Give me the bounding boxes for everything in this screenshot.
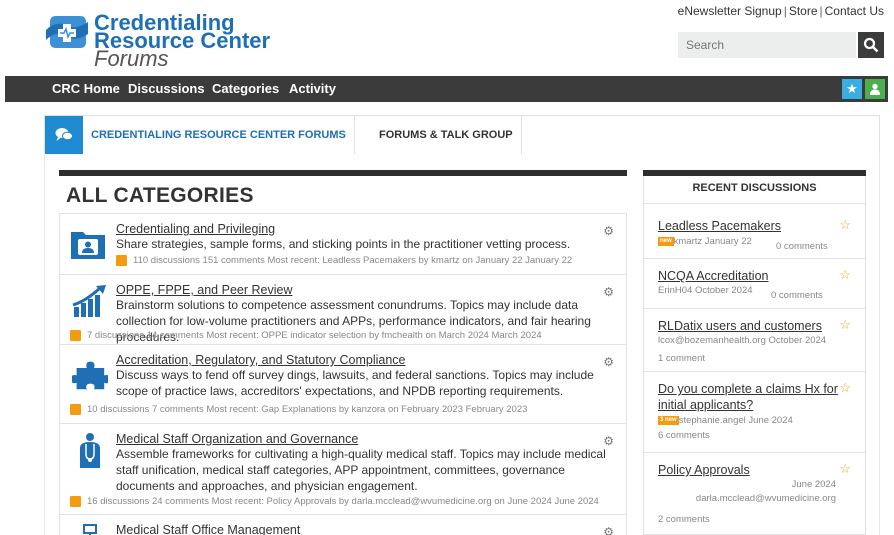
star-icon[interactable]: ☆: [839, 217, 851, 233]
recent-item-title[interactable]: NCQA Accreditation: [658, 268, 768, 284]
main-nav: CRC Home Discussions Categories Activity…: [5, 76, 888, 102]
category-description: Discuss ways to fend off survey dings, l…: [116, 368, 594, 398]
recent-item-meta: lcox@bozemanhealth.org October 2024: [658, 335, 827, 346]
gear-icon[interactable]: ⚙: [603, 224, 614, 238]
category-title[interactable]: Medical Staff Office Management: [116, 523, 300, 535]
recent-item-meta-text: kmartz January 22: [673, 236, 752, 247]
recent-item-title[interactable]: Policy Approvals: [658, 462, 750, 478]
rss-icon[interactable]: [116, 255, 127, 266]
user-icon: [870, 83, 880, 95]
new-badge: new: [658, 236, 674, 246]
tab-forums-talk-group[interactable]: FORUMS & TALK GROUP: [371, 116, 522, 154]
user-button[interactable]: [865, 79, 885, 99]
page-title: ALL CATEGORIES: [66, 184, 254, 207]
recent-item-meta: ErinH04 October 2024: [658, 285, 753, 296]
category-meta-text: 16 discussions 24 comments Most recent: …: [87, 496, 599, 508]
category-item-accreditation[interactable]: Accreditation, Regulatory, and Statutory…: [60, 345, 626, 424]
contact-link[interactable]: Contact Us: [825, 4, 884, 18]
gear-icon[interactable]: ⚙: [603, 355, 614, 369]
recent-item[interactable]: Policy Approvals ☆ June 2024 darla.mccle…: [644, 453, 865, 534]
rss-icon[interactable]: [70, 330, 81, 341]
logo-forums: Forums: [94, 46, 169, 71]
category-title[interactable]: Credentialing and Privileging: [116, 222, 275, 236]
tab-crc-forums[interactable]: CREDENTIALING RESOURCE CENTER FORUMS: [83, 116, 355, 154]
gear-icon[interactable]: ⚙: [603, 434, 614, 448]
recent-item-author: darla.mcclead@wvumedicine.org: [695, 493, 836, 504]
category-meta: 10 discussions 7 comments Most recent: G…: [70, 404, 527, 415]
store-link[interactable]: Store: [789, 4, 818, 18]
puzzle-icon: [72, 361, 108, 390]
forum-tabs: CREDENTIALING RESOURCE CENTER FORUMS FOR…: [44, 115, 880, 154]
forum-tab-icon-button[interactable]: [45, 116, 83, 154]
bookmarks-button[interactable]: ★: [842, 79, 862, 99]
recent-item-comments: 0 comments: [776, 241, 828, 252]
search-input[interactable]: [678, 32, 856, 58]
top-links: eNewsletter Signup | Store | Contact Us: [677, 4, 884, 18]
nav-activity[interactable]: Activity: [289, 76, 336, 102]
recent-discussions-title: RECENT DISCUSSIONS: [644, 176, 865, 204]
gear-icon[interactable]: ⚙: [603, 525, 614, 535]
category-description: Assemble frameworks for cultivating a hi…: [116, 446, 610, 494]
recent-item[interactable]: NCQA Accreditation ☆ ErinH04 October 202…: [644, 259, 865, 309]
gear-icon[interactable]: ⚙: [603, 285, 614, 299]
category-meta-text: 10 discussions 7 comments Most recent: G…: [87, 404, 528, 416]
recent-item-meta-text: stephanie.angel June 2024: [678, 415, 793, 426]
recent-item[interactable]: RLDatix users and customers ☆ lcox@bozem…: [644, 309, 865, 372]
chat-bubbles-icon: [55, 128, 73, 141]
category-meta-text: 110 discussions 151 comments Most recent…: [133, 255, 573, 267]
recent-discussions-panel: RECENT DISCUSSIONS Leadless Pacemakers ☆…: [643, 176, 866, 535]
star-icon[interactable]: ☆: [839, 461, 851, 477]
nav-discussions[interactable]: Discussions: [128, 76, 205, 102]
org-chart-icon: [83, 524, 97, 535]
category-description-text: Assemble frameworks for cultivating a hi…: [116, 447, 606, 493]
category-meta: 7 discussions 14 comments Most recent: O…: [70, 330, 542, 341]
category-item-credentialing[interactable]: Credentialing and Privileging Share stra…: [60, 214, 626, 275]
site-logo[interactable]: Credentialing Resource Center Forums: [46, 10, 326, 70]
category-list: Credentialing and Privileging Share stra…: [59, 213, 627, 535]
recent-item-comments: 1 comment: [658, 353, 705, 364]
nav-crc-home[interactable]: CRC Home: [52, 76, 120, 102]
folder-user-icon: [71, 232, 105, 259]
logo-wordmark: Credentialing Resource Center Forums: [94, 12, 326, 71]
recent-item-comments: 2 comments: [658, 514, 710, 525]
physician-icon: [80, 433, 100, 468]
recent-item-meta: 3 new stephanie.angel June 2024: [658, 415, 793, 426]
category-meta: 110 discussions 151 comments Most recent…: [116, 255, 572, 266]
category-description: Share strategies, sample forms, and stic…: [116, 237, 571, 251]
rss-icon[interactable]: [70, 404, 81, 415]
growth-chart-icon: [72, 285, 106, 317]
category-item-oppe[interactable]: OPPE, FPPE, and Peer Review Brainstorm s…: [60, 275, 626, 345]
star-icon: ★: [846, 81, 858, 96]
category-title[interactable]: Accreditation, Regulatory, and Statutory…: [116, 353, 406, 367]
recent-item-date: June 2024: [791, 479, 836, 490]
category-meta-text: 7 discussions 14 comments Most recent: O…: [87, 330, 542, 342]
category-item-office-management[interactable]: Medical Staff Office Management ⚙: [60, 515, 626, 535]
category-title[interactable]: OPPE, FPPE, and Peer Review: [116, 283, 292, 297]
category-item-medical-staff-org[interactable]: Medical Staff Organization and Governanc…: [60, 424, 626, 515]
category-title[interactable]: Medical Staff Organization and Governanc…: [116, 432, 358, 446]
search-button[interactable]: [858, 32, 884, 58]
newsletter-link[interactable]: eNewsletter Signup: [678, 4, 782, 18]
recent-item[interactable]: Do you complete a claims Hx for initial …: [644, 372, 865, 453]
nav-categories[interactable]: Categories: [212, 76, 279, 102]
category-meta: 16 discussions 24 comments Most recent: …: [70, 496, 599, 507]
recent-item-title[interactable]: RLDatix users and customers: [658, 318, 822, 334]
recent-item-meta: new kmartz January 22: [658, 236, 752, 247]
recent-item[interactable]: Leadless Pacemakers ☆ new kmartz January …: [644, 204, 865, 259]
recent-item-title[interactable]: Do you complete a claims Hx for initial …: [658, 381, 838, 413]
search-box: [678, 32, 884, 58]
medical-cross-logo-icon: [46, 16, 88, 48]
new-badge: 3 new: [658, 415, 679, 425]
recent-item-comments: 0 comments: [771, 290, 823, 301]
recent-item-comments: 6 comments: [658, 430, 710, 441]
star-icon[interactable]: ☆: [839, 267, 851, 283]
main-column-bar: [59, 170, 627, 176]
rss-icon[interactable]: [70, 496, 81, 507]
star-icon[interactable]: ☆: [839, 317, 851, 333]
star-icon[interactable]: ☆: [839, 380, 851, 396]
recent-item-title[interactable]: Leadless Pacemakers: [658, 218, 781, 234]
search-icon: [863, 37, 879, 53]
